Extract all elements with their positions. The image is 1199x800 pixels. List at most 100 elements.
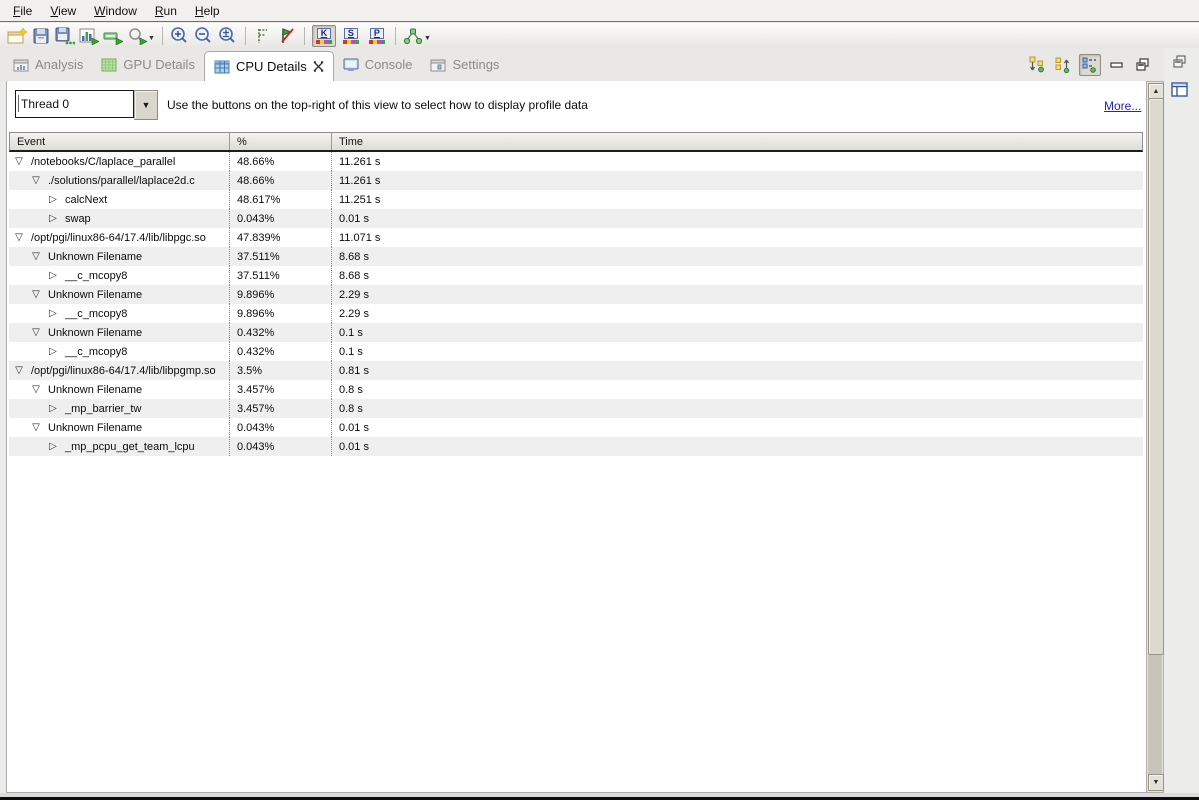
tree-indent [9,446,47,447]
table-row[interactable]: ▽ Unknown Filename 37.511% 8.68 s [9,247,1143,266]
run-analysis-dropdown-icon[interactable]: ▼ [148,35,155,42]
table-row[interactable]: ▷ swap 0.043% 0.01 s [9,209,1143,228]
collapse-arrow[interactable]: ▽ [30,327,42,338]
table-row[interactable]: ▷ _mp_barrier_tw 3.457% 0.8 s [9,399,1143,418]
table-row[interactable]: ▽ Unknown Filename 9.896% 2.29 s [9,285,1143,304]
vertical-scrollbar[interactable]: ▲ ▼ [1146,81,1164,793]
event-cell: ▽ ./solutions/parallel/laplace2d.c [9,171,229,190]
flag-marker-icon[interactable] [252,26,274,46]
menu-help[interactable]: Help [186,2,229,20]
table-row[interactable]: ▽ Unknown Filename 0.043% 0.01 s [9,418,1143,437]
time-cell: 11.251 s [331,190,1143,209]
save-icon[interactable] [30,26,52,46]
table-row[interactable]: ▷ calcNext 48.617% 11.251 s [9,190,1143,209]
new-session-icon[interactable] [6,26,28,46]
stream-timeline-toggle[interactable]: S [340,26,362,46]
bottom-up-view-icon[interactable] [1053,55,1073,75]
table-row[interactable]: ▷ __c_mcopy8 0.432% 0.1 s [9,342,1143,361]
tab-analysis[interactable]: Analysis [4,48,92,81]
properties-view-icon[interactable] [1171,82,1188,98]
menu-view[interactable]: View [41,2,85,20]
event-cell-label: /opt/pgi/linux86-64/17.4/lib/libpgmp.so [31,365,216,377]
scroll-down-button[interactable]: ▼ [1148,774,1164,791]
column-header-time[interactable]: Time [332,133,1142,150]
tab-cpu-details[interactable]: CPU Details [204,51,334,81]
table-row[interactable]: ▽ ./solutions/parallel/laplace2d.c 48.66… [9,171,1143,190]
zoom-fit-icon[interactable] [217,26,239,46]
collapse-arrow[interactable]: ▽ [13,365,25,376]
menu-window[interactable]: Window [85,2,146,20]
collapse-arrow[interactable]: ▽ [30,384,42,395]
expand-arrow[interactable]: ▷ [47,213,59,224]
time-cell: 2.29 s [331,304,1143,323]
collapse-arrow[interactable]: ▽ [30,289,42,300]
profile-application-icon[interactable] [78,26,100,46]
generate-timeline-icon[interactable] [102,26,124,46]
expand-arrow[interactable]: ▷ [47,194,59,205]
column-header-event[interactable]: Event [10,133,230,150]
triangle-down-icon: ▼ [1153,779,1160,786]
event-cell: ▷ swap [9,209,229,228]
table-row[interactable]: ▽ /notebooks/C/laplace_parallel 48.66% 1… [9,152,1143,171]
process-timeline-toggle[interactable]: P [366,26,388,46]
table-row[interactable]: ▽ Unknown Filename 3.457% 0.8 s [9,380,1143,399]
tab-gpu-details[interactable]: GPU Details [92,48,204,81]
time-cell: 0.81 s [331,361,1143,380]
collapse-arrow[interactable]: ▽ [30,175,42,186]
zoom-out-icon[interactable] [193,26,215,46]
close-icon[interactable] [313,61,324,72]
tab-settings[interactable]: Settings [421,48,508,81]
expand-arrow[interactable]: ▷ [47,270,59,281]
pct-cell: 48.617% [229,190,331,209]
more-link[interactable]: More... [1104,99,1141,113]
pct-cell: 9.896% [229,304,331,323]
save-all-icon[interactable] [54,26,76,46]
event-cell: ▽ Unknown Filename [9,380,229,399]
thread-selector[interactable]: Thread 0 ▼ [15,90,157,118]
tab-console[interactable]: Console [334,48,422,81]
pct-cell: 47.839% [229,228,331,247]
expand-arrow[interactable]: ▷ [47,346,59,357]
pct-cell: 0.043% [229,418,331,437]
top-down-view-icon[interactable] [1027,55,1047,75]
collapse-arrow[interactable]: ▽ [13,232,25,243]
event-cell-label: /opt/pgi/linux86-64/17.4/lib/libpgc.so [31,232,206,244]
tab-label: Settings [452,57,499,72]
table-row[interactable]: ▷ _mp_pcpu_get_team_lcpu 0.043% 0.01 s [9,437,1143,456]
scrollbar-thumb[interactable] [1148,98,1164,655]
time-cell: 2.29 s [331,285,1143,304]
thread-selector-dropdown-button[interactable]: ▼ [134,90,158,120]
menu-run[interactable]: Run [146,2,186,20]
table-row[interactable]: ▽ /opt/pgi/linux86-64/17.4/lib/libpgc.so… [9,228,1143,247]
table-row[interactable]: ▽ /opt/pgi/linux86-64/17.4/lib/libpgmp.s… [9,361,1143,380]
menu-file[interactable]: File [4,2,41,20]
restore-pane-icon[interactable] [1172,54,1188,69]
column-header-percent[interactable]: % [230,133,332,150]
kernel-timeline-toggle[interactable]: K [312,25,336,47]
run-analysis-icon[interactable] [126,26,148,46]
toolbar-separator [304,27,305,45]
thread-selector-textbox[interactable]: Thread 0 [15,90,134,118]
event-cell-label: ./solutions/parallel/laplace2d.c [48,175,195,187]
zoom-in-icon[interactable] [169,26,191,46]
maximize-view-icon[interactable] [1133,55,1153,75]
call-tree-dropdown-icon[interactable]: ▼ [424,35,431,42]
expand-arrow[interactable]: ▷ [47,441,59,452]
code-structure-view-icon[interactable] [1079,54,1101,76]
call-tree-icon[interactable] [402,26,424,46]
collapse-arrow[interactable]: ▽ [13,156,25,167]
table-row[interactable]: ▷ __c_mcopy8 37.511% 8.68 s [9,266,1143,285]
scrollbar-track[interactable] [1148,654,1162,777]
table-row[interactable]: ▷ __c_mcopy8 9.896% 2.29 s [9,304,1143,323]
collapse-arrow[interactable]: ▽ [30,422,42,433]
minimized-view-strip [1165,48,1199,793]
flag-clear-icon[interactable] [276,26,298,46]
table-row[interactable]: ▽ Unknown Filename 0.432% 0.1 s [9,323,1143,342]
event-cell: ▽ /opt/pgi/linux86-64/17.4/lib/libpgc.so [9,228,229,247]
minimize-view-icon[interactable] [1107,55,1127,75]
expand-arrow[interactable]: ▷ [47,403,59,414]
event-cell: ▷ __c_mcopy8 [9,342,229,361]
collapse-arrow[interactable]: ▽ [30,251,42,262]
event-cell-label: swap [65,213,91,225]
expand-arrow[interactable]: ▷ [47,308,59,319]
